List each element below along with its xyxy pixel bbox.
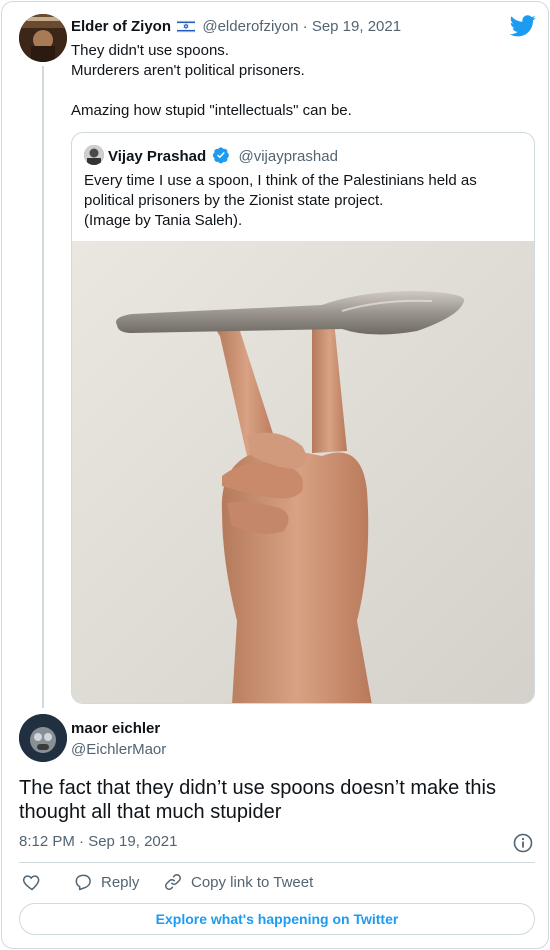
quoted-header: Vijay Prashad @vijayprashad (108, 146, 338, 168)
quoted-author-name: Vijay Prashad (108, 148, 207, 165)
reply-label: Reply (101, 873, 140, 891)
tweet-text: They didn't use spoons. Murderers aren't… (71, 41, 521, 121)
explore-twitter-button[interactable]: Explore what's happening on Twitter (19, 903, 535, 935)
avatar[interactable] (19, 714, 67, 762)
twitter-logo-icon[interactable] (510, 15, 536, 37)
separator-dot: · (302, 18, 308, 35)
quoted-avatar (84, 145, 104, 165)
quoted-line: political prisoners by the Zionist state… (84, 192, 384, 209)
tweet-line: Murderers aren't political prisoners. (71, 62, 305, 79)
avatar-elder-image (19, 14, 67, 62)
quoted-tweet[interactable]: Vijay Prashad @vijayprashad Every time I… (71, 132, 535, 704)
quoted-line: Every time I use a spoon, I think of the… (84, 172, 477, 189)
like-button[interactable] (22, 872, 50, 892)
quoted-line: (Image by Tania Saleh). (84, 212, 243, 229)
tweet-line: They didn't use spoons. (71, 42, 229, 59)
tweet-card: Elder of Ziyon @elderofziyon · Sep 19, 2… (1, 1, 549, 949)
verified-badge-icon (212, 146, 230, 168)
copy-link-button[interactable]: Copy link to Tweet (163, 872, 313, 892)
link-icon (165, 874, 181, 890)
author-name[interactable]: Elder of Ziyon (71, 18, 171, 35)
reply-author-handle[interactable]: @EichlerMaor (71, 741, 166, 758)
divider (19, 862, 535, 863)
reply-text: The fact that they didn’t use spoons doe… (19, 777, 496, 823)
reply-button[interactable]: Reply (73, 872, 139, 892)
avatar[interactable] (19, 14, 67, 62)
info-icon[interactable] (513, 833, 533, 853)
heart-icon (22, 875, 40, 891)
reply-icon (75, 874, 91, 891)
avatar-maor-image (19, 714, 67, 762)
copy-link-label: Copy link to Tweet (191, 873, 314, 891)
quoted-text: Every time I use a spoon, I think of the… (84, 171, 524, 231)
quoted-photo[interactable] (72, 241, 535, 704)
reply-timestamp[interactable]: 8:12 PM · Sep 19, 2021 (19, 833, 177, 850)
reply-author-name[interactable]: maor eichler (71, 720, 160, 737)
tweet-date[interactable]: Sep 19, 2021 (312, 18, 401, 35)
israel-flag-icon (176, 19, 196, 37)
thread-line (42, 66, 44, 708)
author-handle[interactable]: @elderofziyon (202, 18, 298, 35)
tweet-line: Amazing how stupid "intellectuals" can b… (71, 102, 352, 119)
quoted-author-handle: @vijayprashad (238, 148, 338, 165)
tweet-header: Elder of Ziyon @elderofziyon · Sep 19, 2… (71, 18, 401, 37)
